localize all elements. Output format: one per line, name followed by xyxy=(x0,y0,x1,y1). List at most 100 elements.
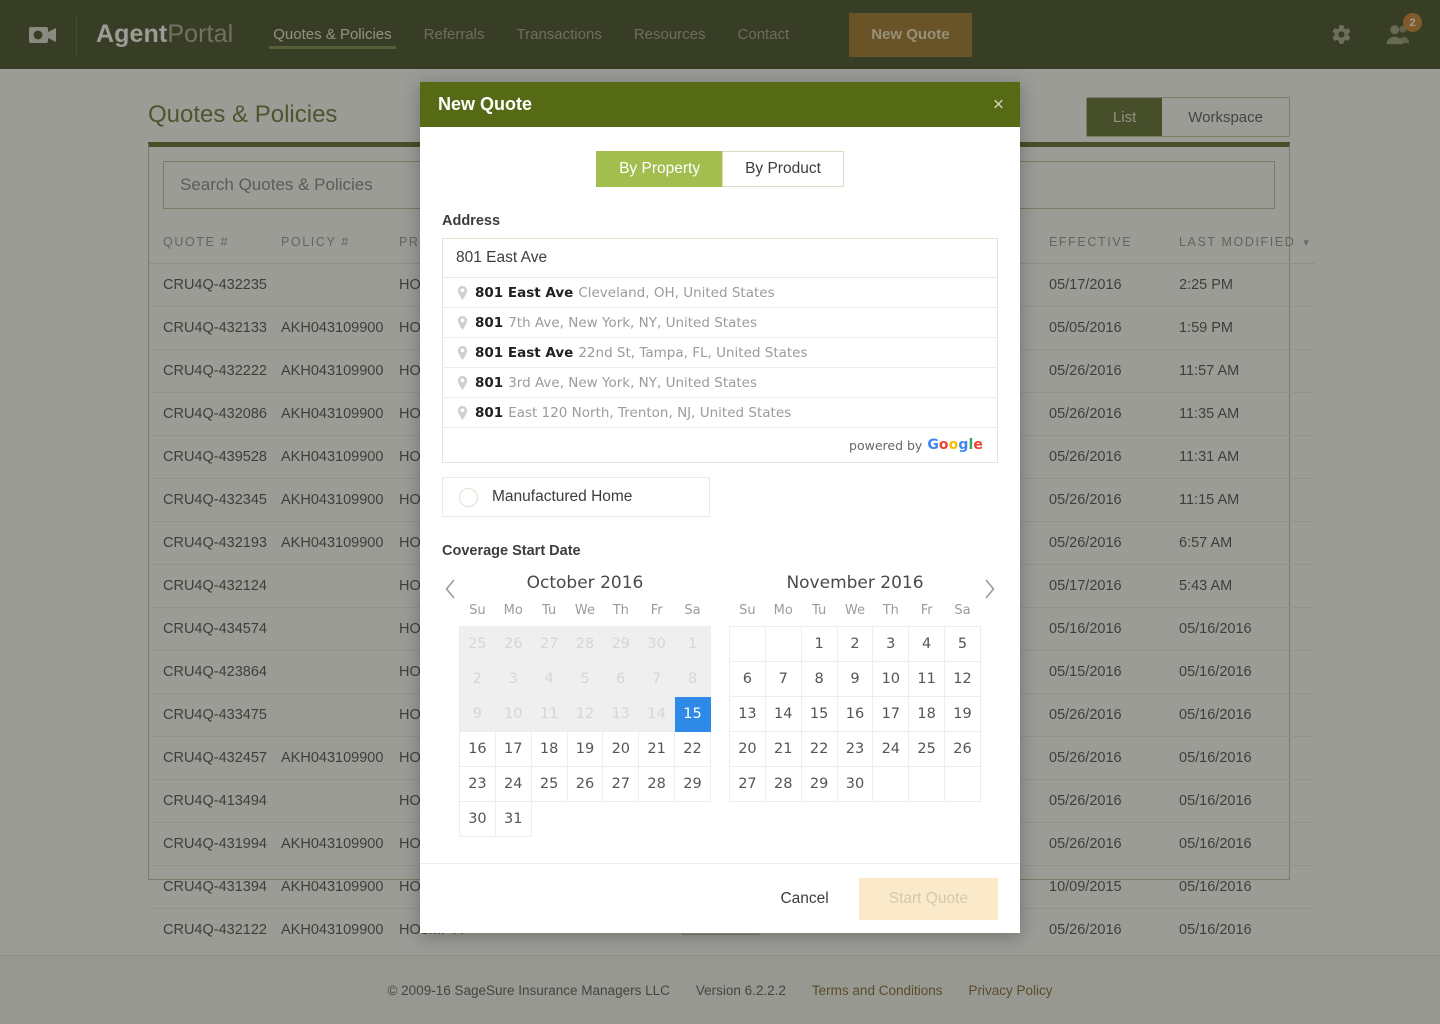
calendar-day[interactable]: 17 xyxy=(494,731,532,767)
cancel-button[interactable]: Cancel xyxy=(758,878,850,920)
calendar-day[interactable]: 26 xyxy=(944,731,981,767)
calendar-day-disabled: 27 xyxy=(530,626,568,662)
calendar-day[interactable]: 10 xyxy=(872,661,910,697)
calendar-day[interactable]: 9 xyxy=(836,661,874,697)
calendar-day[interactable]: 15 xyxy=(800,696,838,732)
calendar-day[interactable]: 14 xyxy=(764,696,802,732)
address-suggestion-item[interactable]: 801 East Ave 22nd St, Tampa, FL, United S… xyxy=(443,338,997,368)
calendar-day-disabled: 29 xyxy=(602,626,640,662)
calendar-day-blank xyxy=(531,802,567,837)
calendar-day[interactable]: 29 xyxy=(800,766,838,802)
calendar-day[interactable]: 27 xyxy=(729,766,766,802)
calendar-day[interactable]: 7 xyxy=(764,661,802,697)
calendar-week: 23 24 25 26 27 28 29 xyxy=(459,766,711,802)
calendar-day[interactable]: 20 xyxy=(602,731,640,767)
address-input[interactable]: 801 East Ave xyxy=(442,238,998,278)
new-quote-modal: New Quote × By Property By Product Addre… xyxy=(420,82,1020,933)
calendar-day[interactable]: 16 xyxy=(459,731,496,767)
calendar-day-blank xyxy=(675,802,711,837)
calendar-day[interactable]: 28 xyxy=(764,766,802,802)
calendar-day[interactable]: 30 xyxy=(459,801,496,837)
calendar-day-disabled: 30 xyxy=(638,626,676,662)
calendar-day[interactable]: 8 xyxy=(800,661,838,697)
calendar-day-selected[interactable]: 15 xyxy=(674,696,711,732)
calendar-day-disabled: 6 xyxy=(602,661,640,697)
weekday-header: We xyxy=(837,603,873,627)
date-picker: October 2016 Su Mo Tu We Th Fr Sa 25 26 27 28 29 30 1 2… xyxy=(442,573,998,837)
calendar-day-disabled: 14 xyxy=(638,696,676,732)
calendar-day[interactable]: 3 xyxy=(872,626,910,662)
calendar-day[interactable]: 5 xyxy=(944,626,981,662)
suggestion-sub: Cleveland, OH, United States xyxy=(578,284,775,301)
calendar-day[interactable]: 21 xyxy=(638,731,676,767)
calendar-day[interactable]: 22 xyxy=(800,731,838,767)
weekday-header: Fr xyxy=(908,603,945,627)
tab-by-product[interactable]: By Product xyxy=(722,151,844,187)
calendar-day-disabled: 3 xyxy=(494,661,532,697)
calendar-day-disabled: 28 xyxy=(566,626,604,662)
calendar-day-blank xyxy=(944,766,981,802)
calendar-day[interactable]: 18 xyxy=(530,731,568,767)
weekday-header: Mo xyxy=(765,603,802,627)
calendar-day[interactable]: 4 xyxy=(908,626,946,662)
calendar-day[interactable]: 22 xyxy=(674,731,711,767)
manufactured-home-radio[interactable] xyxy=(459,487,478,507)
start-quote-button[interactable]: Start Quote xyxy=(858,877,998,920)
chevron-left-icon[interactable] xyxy=(442,573,459,601)
calendar-day[interactable]: 23 xyxy=(836,731,874,767)
address-suggestion-item[interactable]: 801 3rd Ave, New York, NY, United States xyxy=(443,368,997,398)
address-suggestion-item[interactable]: 801 7th Ave, New York, NY, United States xyxy=(443,308,997,338)
calendar-month-october: October 2016 Su Mo Tu We Th Fr Sa 25 26 27 28 29 30 1 2… xyxy=(459,573,711,837)
calendar-day-blank xyxy=(872,766,910,802)
calendar-day[interactable]: 25 xyxy=(908,731,946,767)
address-suggestion-item[interactable]: 801 East 120 North, Trenton, NJ, United S… xyxy=(443,398,997,428)
calendar-day[interactable]: 21 xyxy=(764,731,802,767)
suggestion-main: 801 xyxy=(475,314,504,331)
calendar-day[interactable]: 30 xyxy=(836,766,874,802)
calendar-day[interactable]: 24 xyxy=(494,766,532,802)
calendar-day[interactable]: 17 xyxy=(872,696,910,732)
calendar-day[interactable]: 26 xyxy=(566,766,604,802)
calendar-day[interactable]: 19 xyxy=(944,696,981,732)
calendar-day[interactable]: 24 xyxy=(872,731,910,767)
calendar-day[interactable]: 20 xyxy=(729,731,766,767)
calendar-day[interactable]: 27 xyxy=(602,766,640,802)
calendar-day[interactable]: 31 xyxy=(494,801,532,837)
weekday-header: Su xyxy=(459,603,496,627)
close-icon[interactable]: × xyxy=(993,95,1004,114)
calendar-week: 16 17 18 19 20 21 22 xyxy=(459,731,711,767)
suggestion-main: 801 East Ave xyxy=(475,344,574,361)
calendar-day[interactable]: 11 xyxy=(908,661,946,697)
calendar-day[interactable]: 23 xyxy=(459,766,496,802)
calendar-day-blank xyxy=(908,766,946,802)
calendar-week: 9 10 11 12 13 14 15 xyxy=(459,696,711,732)
quote-type-tabs: By Property By Product xyxy=(442,151,998,187)
calendar-day[interactable]: 1 xyxy=(800,626,838,662)
calendar-day[interactable]: 12 xyxy=(944,661,981,697)
suggestion-main: 801 xyxy=(475,374,504,391)
calendar-day[interactable]: 19 xyxy=(566,731,604,767)
calendar-day[interactable]: 29 xyxy=(674,766,711,802)
chevron-right-icon[interactable] xyxy=(981,573,998,601)
address-label: Address xyxy=(442,213,501,229)
calendar-day-disabled: 10 xyxy=(494,696,532,732)
calendar-day[interactable]: 13 xyxy=(729,696,766,732)
calendar-day[interactable]: 16 xyxy=(836,696,874,732)
manufactured-home-option[interactable]: Manufactured Home xyxy=(442,477,710,517)
calendar-day[interactable]: 18 xyxy=(908,696,946,732)
calendar-day[interactable]: 28 xyxy=(638,766,676,802)
calendar-week: 12345 xyxy=(729,626,981,662)
calendar-grid: Su Mo Tu We Th Fr Sa 1 2 3 4 5 6 7 8 9 10 11 12 13 14 15 16 17 1… xyxy=(729,603,981,802)
calendar-day-disabled: 4 xyxy=(530,661,568,697)
calendar-week: 25 26 27 28 29 30 1 xyxy=(459,626,711,662)
calendar-day[interactable]: 2 xyxy=(836,626,874,662)
calendar-day[interactable]: 25 xyxy=(530,766,568,802)
calendar-day-disabled: 9 xyxy=(459,696,496,732)
manufactured-home-label: Manufactured Home xyxy=(492,488,633,505)
address-suggestion-item[interactable]: 801 East Ave Cleveland, OH, United States xyxy=(443,278,997,308)
weekday-header: Th xyxy=(872,603,909,627)
weekday-header: Th xyxy=(602,603,639,627)
calendar-day[interactable]: 6 xyxy=(729,661,766,697)
modal-title: New Quote xyxy=(438,94,533,114)
tab-by-property[interactable]: By Property xyxy=(596,151,723,187)
